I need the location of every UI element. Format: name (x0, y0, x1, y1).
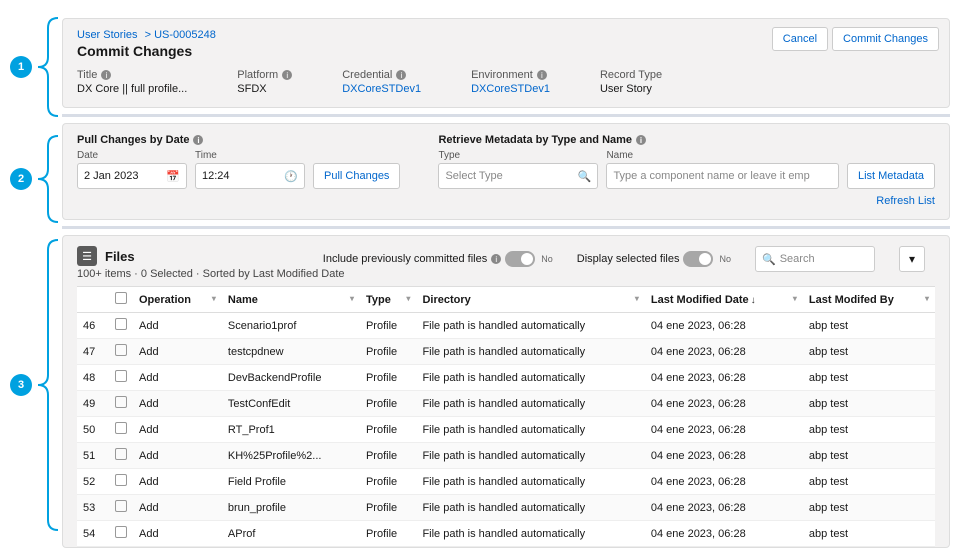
col-type[interactable]: Type▾ (360, 287, 416, 313)
row-checkbox[interactable] (115, 344, 127, 356)
table-row[interactable]: 47AddtestcpdnewProfileFile path is handl… (77, 339, 935, 365)
row-checkbox[interactable] (115, 396, 127, 408)
files-panel: ☰ Files 100+ items · 0 Selected · Sorted… (62, 235, 950, 548)
col-last-modified-by[interactable]: Last Modifed By▾ (803, 287, 935, 313)
row-checkbox[interactable] (115, 500, 127, 512)
files-title: Files (105, 249, 135, 264)
info-icon: i (101, 70, 111, 80)
col-directory[interactable]: Directory▾ (416, 287, 644, 313)
table-row[interactable]: 54AddAProfProfileFile path is handled au… (77, 521, 935, 547)
row-checkbox[interactable] (115, 422, 127, 434)
row-checkbox[interactable] (115, 474, 127, 486)
pull-title: Pull Changes by Datei (77, 134, 400, 146)
filter-icon: ▾ (909, 252, 915, 266)
pull-changes-button[interactable]: Pull Changes (313, 163, 400, 189)
field-title: Titlei DX Core || full profile... (77, 69, 187, 95)
breadcrumb-root[interactable]: User Stories (77, 29, 138, 41)
table-row[interactable]: 50AddRT_Prof1ProfileFile path is handled… (77, 417, 935, 443)
field-credential: Credentiali DXCoreSTDev1 (342, 69, 421, 95)
info-icon: i (636, 135, 646, 145)
divider (62, 114, 950, 117)
display-toggle-label: Display selected filesNo (577, 251, 731, 267)
table-row[interactable]: 49AddTestConfEditProfileFile path is han… (77, 391, 935, 417)
table-row[interactable]: 53Addbrun_profileProfileFile path is han… (77, 495, 935, 521)
callout-1: 1 (0, 18, 60, 116)
commit-button[interactable]: Commit Changes (832, 27, 939, 51)
retrieve-title: Retrieve Metadata by Type and Namei (438, 134, 935, 146)
filter-button[interactable]: ▾ (899, 246, 925, 272)
info-icon: i (396, 70, 406, 80)
time-input[interactable]: 12:24🕐 (195, 163, 305, 189)
info-icon: i (193, 135, 203, 145)
table-row[interactable]: 46AddScenario1profProfileFile path is ha… (77, 313, 935, 339)
table-row[interactable]: 48AddDevBackendProfileProfileFile path i… (77, 365, 935, 391)
date-input[interactable]: 2 Jan 2023📅 (77, 163, 187, 189)
list-metadata-button[interactable]: List Metadata (847, 163, 935, 189)
search-icon: 🔍 (578, 170, 592, 183)
calendar-icon: 📅 (166, 170, 180, 183)
files-icon: ☰ (77, 246, 97, 266)
col-operation[interactable]: Operation▾ (133, 287, 222, 313)
field-environment: Environmenti DXCoreSTDev1 (471, 69, 550, 95)
callout-3: 3 (0, 240, 60, 530)
row-checkbox[interactable] (115, 448, 127, 460)
include-toggle-label: Include previously committed filesiNo (323, 251, 553, 267)
callout-2: 2 (0, 136, 60, 222)
info-icon: i (537, 70, 547, 80)
display-toggle[interactable] (683, 251, 713, 267)
environment-link[interactable]: DXCoreSTDev1 (471, 83, 550, 95)
info-icon: i (282, 70, 292, 80)
header-panel: User Stories > US-0005248 Commit Changes… (62, 18, 950, 108)
cancel-button[interactable]: Cancel (772, 27, 828, 51)
sort-desc-icon: ↓ (751, 295, 756, 306)
info-icon: i (491, 254, 501, 264)
search-icon: 🔍 (762, 253, 776, 266)
filter-panel: Pull Changes by Datei Date 2 Jan 2023📅 T… (62, 123, 950, 220)
row-checkbox[interactable] (115, 318, 127, 330)
credential-link[interactable]: DXCoreSTDev1 (342, 83, 421, 95)
type-select[interactable]: Select Type🔍 (438, 163, 598, 189)
field-platform: Platformi SFDX (237, 69, 292, 95)
refresh-list-link[interactable]: Refresh List (438, 195, 935, 207)
col-last-modified-date[interactable]: Last Modified Date↓▾ (645, 287, 803, 313)
divider (62, 226, 950, 229)
include-toggle[interactable] (505, 251, 535, 267)
files-table: Operation▾ Name▾ Type▾ Directory▾ Last M… (77, 286, 935, 547)
table-row[interactable]: 52AddField ProfileProfileFile path is ha… (77, 469, 935, 495)
field-record-type: Record Type User Story (600, 69, 662, 95)
row-checkbox[interactable] (115, 526, 127, 538)
col-name[interactable]: Name▾ (222, 287, 360, 313)
clock-icon: 🕐 (284, 170, 298, 183)
breadcrumb-id[interactable]: US-0005248 (154, 29, 216, 41)
select-all-checkbox[interactable] (115, 292, 127, 304)
table-row[interactable]: 51AddKH%25Profile%2...ProfileFile path i… (77, 443, 935, 469)
name-input[interactable]: Type a component name or leave it emp (606, 163, 839, 189)
files-search[interactable]: 🔍Search (755, 246, 875, 272)
row-checkbox[interactable] (115, 370, 127, 382)
